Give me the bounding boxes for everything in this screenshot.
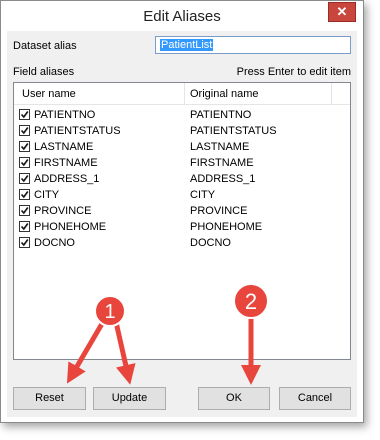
arrow-to-update xyxy=(113,321,136,385)
callout-number-2: 2 xyxy=(245,289,257,314)
tutorial-annotations: 1 2 xyxy=(66,283,269,385)
callout-number-1: 1 xyxy=(104,301,115,323)
arrow-to-reset xyxy=(66,320,106,384)
